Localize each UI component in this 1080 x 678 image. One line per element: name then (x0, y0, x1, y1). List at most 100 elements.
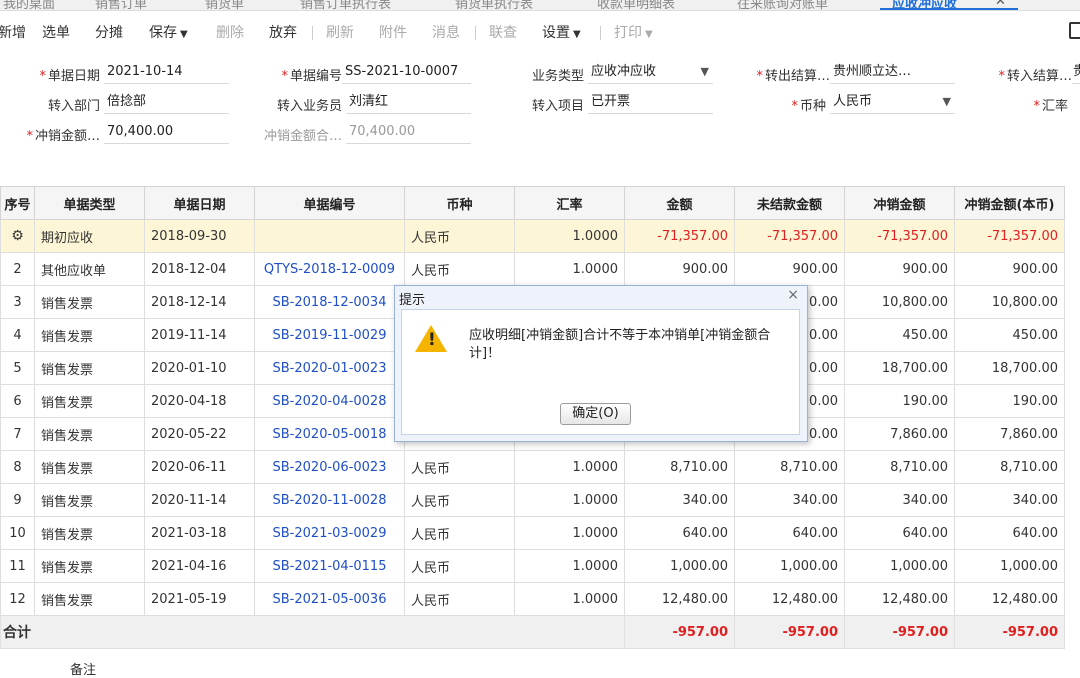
cell-offset: 7,860.00 (844, 417, 955, 451)
select-button[interactable]: 选单 (42, 22, 70, 42)
cell-unpaid: 8,710.00 (734, 450, 845, 484)
offset-amount-field[interactable]: 70,400.00 (104, 122, 229, 144)
col-header-currency[interactable]: 币种 (404, 186, 515, 220)
tab-sales-order-exec[interactable]: 销售订单执行表 (300, 0, 391, 10)
cell-currency: 人民币 (404, 582, 515, 616)
settings-button[interactable]: 设置 ▼ (542, 22, 581, 42)
settings-label: 设置 (542, 25, 570, 41)
cell-offset-local: 8,710.00 (954, 450, 1065, 484)
currency-select[interactable]: 人民币 ▼ (830, 92, 955, 114)
table-row[interactable]: ⚙ 期初应收 2018-09-30 人民币 1.0000 -71,357.00 -71,35… (0, 219, 1065, 253)
cell-offset: 450.00 (844, 318, 955, 352)
table-row[interactable]: 11 销售发票 2021-04-16 SB-2021-04-0115 人民币 1.0000… (0, 549, 1065, 583)
cell-doc-no[interactable]: QTYS-2018-12-0009 (254, 252, 405, 286)
table-row[interactable]: 2 其他应收单 2018-12-04 QTYS-2018-12-0009 人民币 1.00… (0, 252, 1065, 286)
print-button[interactable]: 打印 ▼ (614, 22, 653, 42)
cell-rate: 1.0000 (514, 450, 625, 484)
close-icon[interactable]: × (787, 287, 799, 303)
cell-date: 2018-09-30 (144, 219, 255, 253)
cell-date: 2021-04-16 (144, 549, 255, 583)
cell-unpaid: 12,480.00 (734, 582, 845, 616)
cell-doc-no[interactable]: SB-2021-04-0115 (254, 549, 405, 583)
col-header-amount[interactable]: 金额 (624, 186, 735, 220)
tab-desktop[interactable]: 我的桌面 (3, 0, 55, 10)
col-header-offset[interactable]: 冲销金额 (844, 186, 955, 220)
cell-date: 2020-11-14 (144, 483, 255, 517)
window-icon[interactable] (1069, 22, 1080, 39)
cell-doc-no[interactable]: SB-2021-03-0029 (254, 516, 405, 550)
cell-amount: 12,480.00 (624, 582, 735, 616)
tab-account-statement[interactable]: 往来账询对账单 (737, 0, 828, 10)
cell-amount: 640.00 (624, 516, 735, 550)
cell-doc-no[interactable]: SB-2020-04-0028 (254, 384, 405, 418)
cell-type: 销售发票 (34, 417, 145, 451)
warning-icon-mark: ! (428, 330, 436, 350)
new-button[interactable]: 新增 (0, 22, 26, 42)
cell-doc-no[interactable]: SB-2020-01-0023 (254, 351, 405, 385)
attach-button[interactable]: 附件 (379, 22, 407, 42)
cell-type: 销售发票 (34, 582, 145, 616)
biz-type-label: 业务类型 (531, 69, 584, 84)
doc-no-field[interactable]: SS-2021-10-0007 (342, 62, 471, 84)
biz-type-select[interactable]: 应收冲应收 ▼ (588, 62, 713, 84)
col-header-type[interactable]: 单据类型 (34, 186, 145, 220)
cell-doc-no[interactable]: SB-2019-11-0029 (254, 318, 405, 352)
cell-offset: 18,700.00 (844, 351, 955, 385)
cell-date: 2020-01-10 (144, 351, 255, 385)
col-header-rate[interactable]: 汇率 (514, 186, 625, 220)
refresh-button[interactable]: 刷新 (326, 22, 354, 42)
in-unit-label: * 转入结算… (998, 69, 1072, 84)
dialog-body: ! 应收明细[冲销金额]合计不等于本冲销单[冲销金额合计]！ 确定(O) (401, 309, 800, 435)
table-row[interactable]: 8 销售发票 2020-06-11 SB-2020-06-0023 人民币 1.0000 8… (0, 450, 1065, 484)
cell-doc-no[interactable]: SB-2018-12-0034 (254, 285, 405, 319)
linked-query-button[interactable]: 联查 (489, 22, 517, 42)
allocate-button[interactable]: 分摊 (95, 22, 123, 42)
save-button[interactable]: 保存 ▼ (149, 22, 188, 42)
tab-delivery-exec[interactable]: 销货单执行表 (455, 0, 533, 10)
out-unit-field[interactable]: 贵州顺立达… (830, 62, 955, 84)
cell-seq: ⚙ (0, 219, 35, 253)
doc-date-field[interactable]: 2021-10-14 (104, 62, 229, 84)
ok-button[interactable]: 确定(O) (560, 403, 631, 425)
message-button[interactable]: 消息 (432, 22, 460, 42)
cell-doc-no[interactable]: SB-2021-05-0036 (254, 582, 405, 616)
cell-doc-no[interactable]: SB-2020-11-0028 (254, 483, 405, 517)
cell-doc-no[interactable]: SB-2020-06-0023 (254, 450, 405, 484)
table-row[interactable]: 9 销售发票 2020-11-14 SB-2020-11-0028 人民币 1.0000 3… (0, 483, 1065, 517)
cell-type: 销售发票 (34, 285, 145, 319)
col-header-unpaid[interactable]: 未结款金额 (734, 186, 845, 220)
in-dept-field[interactable]: 倍捻部 (104, 92, 229, 114)
cell-doc-no[interactable] (254, 219, 405, 253)
abandon-button[interactable]: 放弃 (269, 22, 297, 42)
gear-icon[interactable]: ⚙ (11, 228, 24, 244)
tab-receipt-detail[interactable]: 收款单明细表 (597, 0, 675, 10)
col-header-offset-local[interactable]: 冲销金额(本币) (954, 186, 1065, 220)
cell-offset: -71,357.00 (844, 219, 955, 253)
tab-delivery-note[interactable]: 销货单 (205, 0, 244, 10)
cell-rate: 1.0000 (514, 252, 625, 286)
in-unit-field[interactable]: 贵 (1072, 62, 1080, 84)
cell-rate: 1.0000 (514, 219, 625, 253)
alert-dialog: 提示 × ! 应收明细[冲销金额]合计不等于本冲销单[冲销金额合计]！ 确定(O… (394, 285, 808, 442)
cell-offset: 8,710.00 (844, 450, 955, 484)
cell-unpaid: 900.00 (734, 252, 845, 286)
toolbar-divider (312, 26, 313, 40)
total-row: 合计 -957.00 -957.00 -957.00 -957.00 (0, 615, 1065, 649)
in-staff-field[interactable]: 刘清红 (346, 92, 471, 114)
cell-seq: 2 (0, 252, 35, 286)
col-header-seq[interactable]: 序号 (0, 186, 35, 220)
col-header-no[interactable]: 单据编号 (254, 186, 405, 220)
table-row[interactable]: 10 销售发票 2021-03-18 SB-2021-03-0029 人民币 1.0000… (0, 516, 1065, 550)
delete-button[interactable]: 删除 (216, 22, 244, 42)
in-project-field[interactable]: 已开票 (588, 92, 713, 114)
cell-date: 2020-06-11 (144, 450, 255, 484)
currency-label: * 币种 (791, 99, 826, 114)
cell-rate: 1.0000 (514, 516, 625, 550)
cell-unpaid: 1,000.00 (734, 549, 845, 583)
table-row[interactable]: 12 销售发票 2021-05-19 SB-2021-05-0036 人民币 1.0000… (0, 582, 1065, 616)
col-header-date[interactable]: 单据日期 (144, 186, 255, 220)
tab-sales-order[interactable]: 销售订单 (95, 0, 147, 10)
cell-doc-no[interactable]: SB-2020-05-0018 (254, 417, 405, 451)
toolbar-divider (475, 26, 476, 40)
offset-total-label: 冲销金额合… (263, 129, 342, 144)
